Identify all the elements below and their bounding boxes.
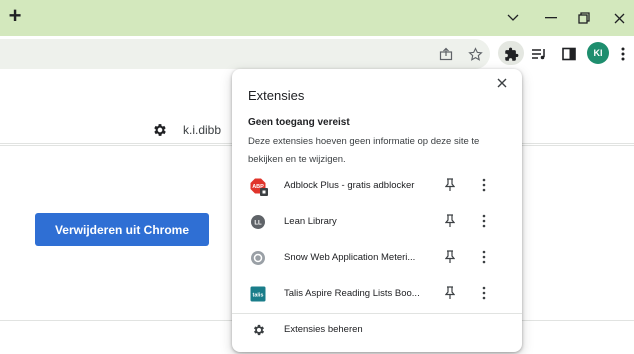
tab-search-icon[interactable] <box>502 9 524 27</box>
pin-icon[interactable] <box>444 250 459 266</box>
extension-row-snow[interactable]: Snow Web Application Meteri... <box>232 241 522 275</box>
user-email-text: k.i.dibb <box>183 123 222 137</box>
manage-extensions-label: Extensies beheren <box>284 324 363 335</box>
popup-divider <box>232 313 522 314</box>
lean-library-icon: LL <box>250 214 266 230</box>
remove-from-chrome-button[interactable]: Verwijderen uit Chrome <box>35 213 209 246</box>
section-title: Geen toegang vereist <box>248 117 350 128</box>
pin-icon[interactable] <box>444 286 459 302</box>
minimize-button[interactable] <box>540 9 562 27</box>
extension-name: Talis Aspire Reading Lists Boo... <box>284 288 420 299</box>
bookmark-star-icon[interactable] <box>466 45 484 63</box>
new-tab-button[interactable]: + <box>4 5 26 28</box>
adblock-icon: ABP <box>250 178 268 196</box>
pin-icon[interactable] <box>444 214 459 230</box>
manage-extensions-row[interactable]: Extensies beheren <box>232 315 522 345</box>
profile-avatar[interactable]: KI <box>587 42 609 64</box>
svg-text:talis: talis <box>252 293 263 299</box>
settings-gear-icon[interactable] <box>152 122 168 138</box>
pin-icon[interactable] <box>444 178 459 194</box>
side-panel-icon[interactable] <box>560 45 578 63</box>
extension-row-lean-library[interactable]: LL Lean Library <box>232 205 522 239</box>
close-popup-icon[interactable] <box>494 75 510 91</box>
address-bar[interactable] <box>0 39 490 69</box>
extension-name: Snow Web Application Meteri... <box>284 252 416 263</box>
restore-button[interactable] <box>573 9 595 27</box>
svg-text:LL: LL <box>254 221 262 227</box>
snow-icon <box>250 250 266 266</box>
more-options-icon[interactable] <box>482 178 496 194</box>
close-window-button[interactable] <box>608 9 630 27</box>
more-options-icon[interactable] <box>482 286 496 302</box>
reading-list-icon[interactable] <box>530 45 548 63</box>
extension-row-adblock[interactable]: ABP Adblock Plus - gratis adblocker <box>232 169 522 203</box>
more-options-icon[interactable] <box>482 250 496 266</box>
extensions-popup: Extensies Geen toegang vereist Deze exte… <box>232 69 522 352</box>
share-icon[interactable] <box>437 45 455 63</box>
extension-name: Adblock Plus - gratis adblocker <box>284 180 415 191</box>
extension-name: Lean Library <box>284 216 337 227</box>
title-bar: + <box>0 0 634 36</box>
more-menu-icon[interactable] <box>614 45 632 63</box>
popup-title: Extensies <box>248 88 305 103</box>
more-options-icon[interactable] <box>482 214 496 230</box>
talis-icon: talis <box>250 286 266 302</box>
section-description: Deze extensies hoeven geen informatie op… <box>248 136 480 165</box>
gear-icon <box>252 323 266 337</box>
extension-row-talis[interactable]: talis Talis Aspire Reading Lists Boo... <box>232 277 522 311</box>
puzzle-icon <box>502 45 520 63</box>
